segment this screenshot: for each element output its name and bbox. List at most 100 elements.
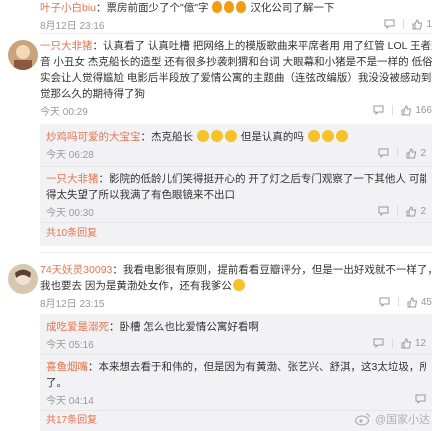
reply-item: 喜鱼烟嘴：本来想去看于和伟的，但是因为有黄渤、张艺兴、舒淇，这3太垃圾，所以不看… (40, 354, 432, 410)
reply-button[interactable] (373, 338, 384, 348)
comment-actions: 166 (373, 105, 432, 116)
comment-meta: 8月12日 23:16 1 (40, 16, 432, 32)
reply-actions: 2 (378, 148, 426, 159)
comment-text: ：认真看了 认真吐槽 把网络上的模版歌曲来平席者用 用了红管 LOL 王者荣耀的… (92, 40, 433, 52)
comment-time: 8月12日 23:16 (40, 20, 105, 32)
comment-actions: 45 (379, 297, 432, 308)
reply-button[interactable] (373, 105, 384, 115)
reply-button[interactable] (378, 206, 389, 216)
comment-username[interactable]: 叶子小白biu (40, 2, 96, 14)
like-button[interactable]: 166 (401, 105, 432, 116)
like-button[interactable]: 2 (406, 148, 426, 159)
thumbs-up-icon (407, 296, 417, 307)
reply-item: 一只大非猪：影院的低龄儿们笑得挺开心的 开了灯之后专门观察了一下其他人 可能是因… (40, 166, 432, 222)
watermark-text: @国家小达 (374, 414, 430, 426)
comment-text: 觉那么久的期待得了狗 (40, 88, 145, 100)
divider (397, 297, 399, 307)
reply-time: 今天 05:16 (46, 339, 94, 351)
thumbs-up-icon (406, 205, 417, 216)
comment-text-2: 汉化公司了解一下 (250, 2, 335, 14)
reply-button[interactable] (415, 394, 426, 404)
reply-meta: 今天 00:30 2 (46, 203, 426, 219)
thumbs-up-icon (401, 104, 412, 115)
reply-username[interactable]: 炒鸡吗可爱的大宝宝 (46, 131, 141, 143)
reply-text: 了。 (46, 377, 67, 389)
divider (403, 19, 405, 29)
thumbs-up-icon (401, 337, 411, 348)
comment-1: 叶子小白biu：票房前面少了个"億"字 汉化公司了解一下 8月12日 23:16… (0, 0, 440, 32)
comment-text: ：我看电影很有原则，提前看看豆瓣评分，但是一出好戏就不一样了，它就算没分 (112, 264, 432, 276)
reply-username[interactable]: 成吃爱是溺死 (46, 321, 109, 333)
flame-emoji-icon (212, 1, 223, 13)
reply-time: 今天 00:30 (46, 207, 94, 219)
divider (391, 338, 393, 348)
comment-meta: 今天 00:29 166 (40, 102, 432, 118)
divider (40, 252, 432, 253)
reply-text-2: 但是认真的吗 (240, 131, 304, 143)
like-count: 45 (420, 296, 432, 308)
reply-actions: 12 (373, 338, 426, 349)
reply-actions (415, 394, 426, 404)
comment-time: 8月12日 23:15 (40, 298, 105, 310)
comment-meta: 8月12日 23:15 45 (40, 294, 432, 310)
reply-text: ：杰克船长 (140, 131, 194, 143)
comment-text: ：票房前面少了个"億"字 (96, 2, 209, 14)
reply-text: ：影院的低龄儿们笑得挺开心的 开了灯之后专门观察了一下其他人 可能是因为觉 (98, 173, 427, 185)
comment-actions: 1 (384, 19, 432, 30)
comment-icon (384, 19, 395, 29)
reply-username[interactable]: 一只大非猪 (46, 173, 99, 185)
avatar[interactable] (8, 264, 38, 294)
emoji-icon (232, 279, 245, 291)
like-count: 166 (415, 104, 432, 116)
reply-text: ：卧槽 怎么也比爱情公寓好看啊 (109, 321, 259, 333)
reply-time: 今天 06:28 (46, 149, 94, 161)
comment-icon (373, 105, 384, 115)
emoji-icon (335, 130, 348, 142)
comment-1-text-line: 叶子小白biu：票房前面少了个"億"字 汉化公司了解一下 (40, 0, 432, 16)
comment-username[interactable]: 一只大非猪 (40, 40, 93, 52)
comment-icon (378, 206, 389, 216)
flame-emoji-icon (236, 1, 247, 13)
reply-button[interactable] (384, 19, 395, 29)
like-count: 1 (426, 18, 432, 30)
more-replies-link[interactable]: 共10条回复 (40, 222, 432, 246)
reply-button[interactable] (379, 297, 390, 307)
thumbs-up-icon (406, 147, 417, 158)
reply-meta: 今天 06:28 2 (46, 145, 426, 161)
like-button[interactable]: 2 (406, 206, 426, 217)
like-count: 2 (420, 147, 426, 159)
reply-meta: 今天 05:16 12 (46, 335, 426, 351)
flame-emoji-icon (224, 1, 235, 13)
reply-text: 得太失望了所以我满了有色眼镜来不出口 (46, 189, 235, 201)
comment-icon (373, 338, 384, 348)
comment-icon (379, 297, 390, 307)
reply-item: 成吃爱是溺死：卧槽 怎么也比爱情公寓好看啊 今天 05:16 12 (40, 314, 432, 354)
like-count: 2 (420, 205, 426, 217)
reply-actions: 2 (378, 206, 426, 217)
divider (40, 33, 432, 34)
comment-username[interactable]: 74天妖灵30093 (40, 264, 112, 276)
comment-text: 实会让人觉得尴尬 电影后半段放了爱情公寓的主题曲（连弦改编版）我没没被感动到了个… (40, 72, 432, 84)
like-button[interactable]: 45 (407, 297, 432, 308)
divider (392, 105, 394, 115)
comment-icon (378, 148, 389, 158)
weibo-logo-icon (354, 413, 370, 426)
replies-panel: 炒鸡吗可爱的大宝宝：杰克船长 但是认真的吗 今天 06:28 2 一只大非猪：影… (40, 124, 432, 246)
reply-item: 炒鸡吗可爱的大宝宝：杰克船长 但是认真的吗 今天 06:28 2 (40, 124, 432, 166)
avatar[interactable] (8, 40, 38, 70)
reply-button[interactable] (378, 148, 389, 158)
comment-time: 今天 00:29 (40, 106, 88, 118)
comment-text: 音 小丑女 杰克船长的造型 还有很多抄袭刺猬和台词 大眼幕和小猪是不是一样的 低… (40, 56, 432, 68)
reply-meta: 今天 04:14 (46, 391, 426, 407)
like-count: 12 (414, 337, 426, 349)
reply-time: 今天 04:14 (46, 395, 94, 407)
thumbs-up-icon (412, 18, 423, 29)
reply-username[interactable]: 喜鱼烟嘴 (46, 361, 88, 373)
watermark: @国家小达 (354, 411, 430, 427)
comment-icon (415, 394, 426, 404)
like-button[interactable]: 1 (412, 19, 432, 30)
divider (397, 148, 399, 158)
emoji-icon (210, 130, 223, 142)
emoji-icon (196, 130, 209, 142)
like-button[interactable]: 12 (401, 338, 426, 349)
